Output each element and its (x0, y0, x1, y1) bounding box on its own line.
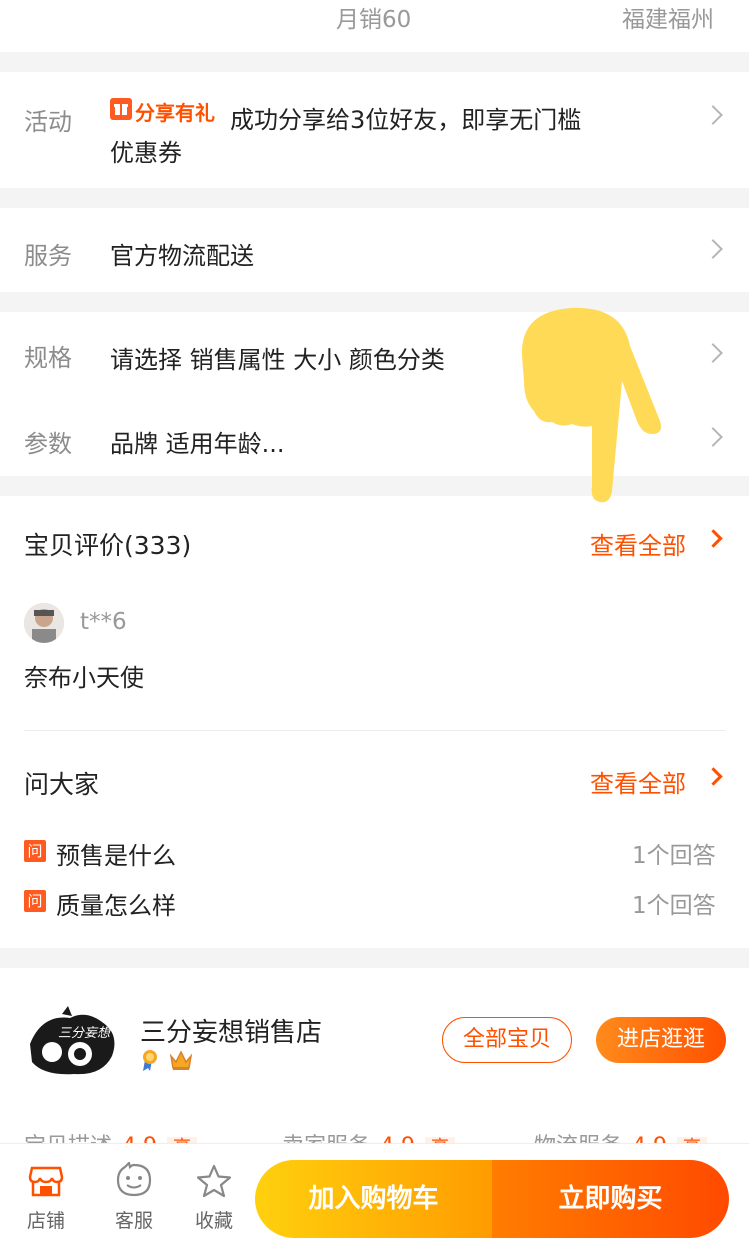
divider (24, 730, 725, 731)
chevron-right-icon (703, 105, 723, 125)
buy-now-button[interactable]: 立即购买 (492, 1160, 729, 1238)
activity-label: 活动 (24, 108, 72, 136)
activity-text-line2: 优惠券 (110, 139, 182, 167)
params-label: 参数 (24, 430, 72, 458)
pointing-hand-icon (512, 306, 662, 506)
chevron-right-icon (703, 343, 723, 363)
customer-service-tab[interactable]: 客服 (94, 1158, 174, 1238)
favorite-tab[interactable]: 收藏 (174, 1158, 254, 1238)
store-tab[interactable]: 店铺 (6, 1158, 86, 1238)
review-content: 奈布小天使 (24, 664, 144, 692)
store-tab-label: 店铺 (26, 1210, 65, 1232)
activity-text-line1: 成功分享给3位好友，即享无门槛 (230, 106, 582, 134)
share-gift-tag: 分享有礼 (135, 101, 215, 125)
question-icon: 问 (24, 840, 46, 862)
chat-face-icon (116, 1162, 152, 1197)
shop-logo-text: 三分妄想 (58, 1026, 111, 1041)
ask-answer-count: 1个回答 (632, 843, 716, 869)
monthly-sales: 月销60 (336, 7, 412, 33)
star-icon (196, 1164, 232, 1198)
customer-service-label: 客服 (114, 1210, 153, 1232)
add-to-cart-button[interactable]: 加入购物车 (255, 1160, 492, 1238)
shop-logo[interactable]: 三分妄想 (22, 1004, 124, 1080)
crown-icon (168, 1048, 194, 1072)
bottom-bar: 店铺 客服 收藏 加入购物车 立即购买 (0, 1143, 749, 1253)
service-label: 服务 (24, 242, 72, 270)
chevron-right-icon (704, 529, 723, 548)
service-row[interactable]: 服务 官方物流配送 (0, 208, 749, 292)
ask-title: 问大家 (24, 770, 100, 799)
ask-item[interactable]: 问 质量怎么样 1个回答 (0, 884, 749, 920)
shop-name[interactable]: 三分妄想销售店 (140, 1012, 322, 1049)
activity-row[interactable]: 活动 分享有礼 成功分享给3位好友，即享无门槛 优惠券 (0, 72, 749, 188)
service-text: 官方物流配送 (110, 242, 254, 270)
favorite-label: 收藏 (194, 1210, 233, 1232)
ask-answer-count: 1个回答 (632, 893, 716, 919)
spec-text: 请选择 销售属性 大小 颜色分类 (110, 346, 445, 374)
chevron-right-icon (703, 239, 723, 259)
spec-label: 规格 (24, 344, 72, 372)
ask-item[interactable]: 问 预售是什么 1个回答 (0, 834, 749, 870)
ask-view-all[interactable]: 查看全部 (590, 764, 686, 799)
reviews-title: 宝贝评价(333) (24, 531, 192, 560)
avatar (24, 603, 64, 643)
medal-icon (140, 1048, 160, 1072)
location: 福建福州 (622, 7, 714, 33)
store-icon (28, 1166, 64, 1197)
ask-question: 质量怎么样 (56, 892, 176, 920)
enter-shop-button[interactable]: 进店逛逛 (596, 1017, 726, 1063)
ask-question: 预售是什么 (56, 842, 176, 870)
gift-icon (110, 98, 132, 120)
params-text: 品牌 适用年龄... (110, 430, 285, 458)
reviews-ask-section: 宝贝评价(333) 查看全部 t**6 奈布小天使 问大家 查看全部 问 预售是… (0, 496, 749, 948)
chevron-right-icon (704, 767, 723, 786)
review-username: t**6 (80, 609, 127, 635)
question-icon: 问 (24, 890, 46, 912)
chevron-right-icon (703, 427, 723, 447)
top-info-bar: 月销60 福建福州 (0, 0, 749, 52)
reviews-view-all[interactable]: 查看全部 (590, 526, 686, 561)
all-items-button[interactable]: 全部宝贝 (442, 1017, 572, 1063)
